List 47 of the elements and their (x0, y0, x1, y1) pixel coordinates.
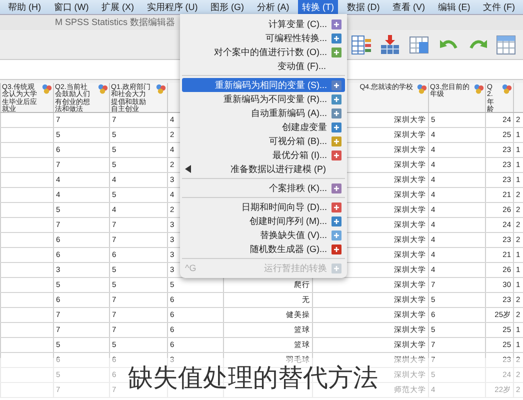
tile-icon (331, 122, 342, 132)
menubar-item[interactable]: 转换 (T) (298, 0, 338, 14)
menubar-item[interactable]: 分析 (A) (252, 0, 294, 14)
menu-item[interactable]: 对个案中的值进行计数 (O)... (182, 45, 345, 59)
circles-icon (156, 84, 166, 94)
circles-icon (98, 84, 108, 94)
menubar-item[interactable]: 扩展 (X) (98, 0, 138, 14)
table-icon[interactable] (409, 34, 430, 56)
tile-icon (331, 244, 342, 254)
menu-item[interactable]: 准备数据以进行建模 (P) (182, 162, 345, 176)
circles-icon (502, 84, 512, 94)
tile-icon (331, 108, 342, 118)
menu-item[interactable]: 日期和时间向导 (D)... (182, 200, 345, 214)
menubar-item[interactable]: 帮助 (H) (4, 0, 45, 14)
tile-icon (331, 230, 342, 240)
tile-icon (331, 216, 342, 226)
menubar-item[interactable]: 窗口 (W) (50, 0, 93, 14)
menu-item[interactable]: 变动值 (F)... (182, 59, 345, 73)
tile-icon (331, 262, 342, 274)
tile-icon (331, 32, 342, 44)
tile-icon (331, 150, 342, 160)
tile-icon (331, 46, 342, 58)
circles-icon (474, 84, 484, 94)
menu-item[interactable]: 随机数生成器 (G)... (182, 242, 345, 256)
menubar-item[interactable]: 图形 (G) (206, 0, 248, 14)
table-bars-icon[interactable] (351, 34, 372, 56)
tile-icon (331, 18, 342, 30)
circles-icon (417, 84, 427, 94)
tile-icon (331, 136, 342, 146)
window-title: M SPSS Statistics 数据编辑器 (55, 17, 176, 27)
menubar-item[interactable]: 文件 (F) (479, 0, 519, 14)
menu-item[interactable]: 重新编码为相同的变量 (S)... (182, 78, 345, 92)
table-arrow-icon[interactable] (380, 34, 401, 56)
tile-icon (331, 202, 342, 212)
menu-item[interactable]: 可编程性转换... (182, 31, 345, 45)
circles-icon (42, 84, 52, 94)
tile-icon (331, 94, 342, 104)
tile-icon (331, 80, 342, 90)
menubar-item[interactable]: 数据 (D) (342, 0, 384, 14)
menubar-item[interactable]: 查看 (V) (388, 0, 429, 14)
menubar-item[interactable]: 实用程序 (U) (142, 0, 202, 14)
tile-icon (331, 182, 342, 194)
menu-item[interactable]: 个案排秩 (K)... (182, 181, 345, 195)
table-icon[interactable] (496, 34, 517, 56)
menubar-item[interactable]: 编辑 (E) (434, 0, 474, 14)
menu-item[interactable]: 计算变量 (C)... (182, 17, 345, 31)
shortcut-label: ^G (185, 262, 196, 275)
